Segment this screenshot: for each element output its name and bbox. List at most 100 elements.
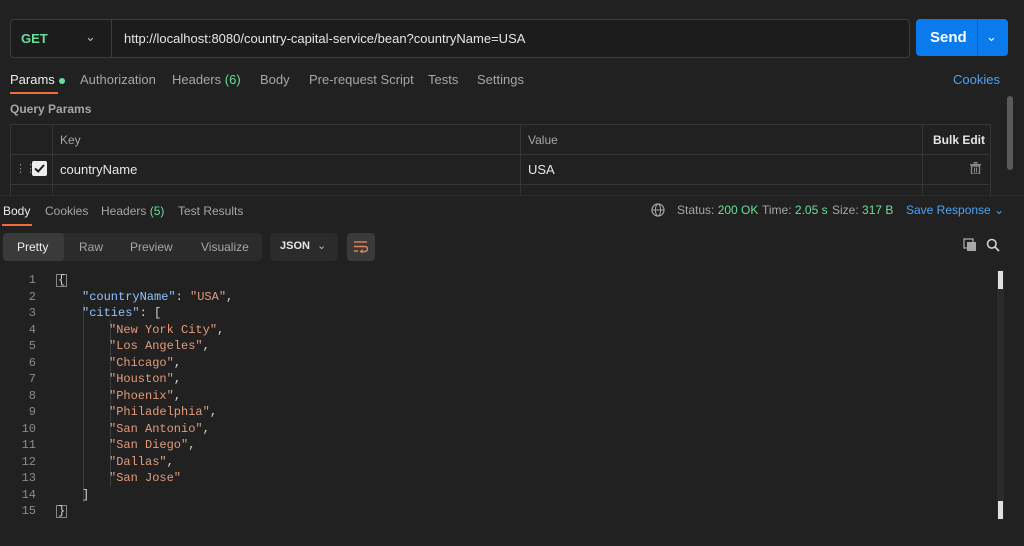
tab-body[interactable]: Body: [260, 72, 290, 87]
code-scrollbar-marker[interactable]: [998, 271, 1003, 289]
key-column-header: Key: [60, 133, 81, 147]
line-number: 12: [21, 455, 36, 469]
time-label: Time:: [762, 203, 792, 217]
active-tab-indicator: [10, 92, 58, 94]
json-string: "San Diego": [109, 438, 189, 452]
json-string: "San Antonio": [109, 422, 203, 436]
line-number: 10: [21, 422, 36, 436]
json-key: "cities": [82, 306, 140, 320]
code-line: {: [56, 273, 68, 287]
active-tab-indicator: [2, 224, 32, 226]
size-value: 317 B: [862, 203, 894, 217]
code-line: "Houston",: [109, 372, 182, 386]
json-string: "Dallas": [109, 455, 167, 469]
tab-params[interactable]: Params: [10, 72, 65, 87]
format-select-label: JSON: [280, 240, 310, 252]
bracket: ]: [82, 488, 90, 502]
request-bar: GET ⌄ http://localhost:8080/country-capi…: [10, 19, 910, 58]
tab-response-headers[interactable]: Headers (5): [101, 204, 164, 218]
code-line: }: [56, 504, 68, 518]
trash-icon[interactable]: [970, 162, 981, 174]
tab-test-results[interactable]: Test Results: [178, 204, 243, 218]
line-number: 3: [28, 306, 36, 320]
tab-raw[interactable]: Raw: [79, 240, 103, 254]
response-size: Size: 317 B: [832, 203, 893, 217]
line-number: 14: [21, 488, 36, 502]
params-scrollbar[interactable]: [1007, 96, 1013, 170]
code-line: "cities": [: [82, 306, 162, 320]
tab-headers[interactable]: Headers (6): [172, 72, 241, 87]
param-enabled-checkbox[interactable]: [32, 161, 47, 176]
param-value-cell[interactable]: USA: [528, 162, 555, 177]
wrap-icon: [354, 241, 368, 253]
active-dot-icon: [58, 77, 65, 84]
search-icon[interactable]: [986, 238, 1000, 252]
bulk-edit-button[interactable]: Bulk Edit: [933, 133, 985, 147]
wrap-lines-button[interactable]: [347, 233, 375, 261]
code-line: "Los Angeles",: [109, 339, 210, 353]
tab-settings[interactable]: Settings: [477, 72, 524, 87]
brace: }: [56, 504, 68, 518]
code-line: "countryName": "USA",: [82, 290, 234, 304]
code-line: "New York City",: [109, 323, 225, 337]
tab-authorization[interactable]: Authorization: [80, 72, 156, 87]
code-line: "Philadelphia",: [109, 405, 218, 419]
line-number: 2: [28, 290, 36, 304]
line-number: 1: [28, 273, 36, 287]
query-params-table: [10, 124, 991, 197]
tab-pre-request-script[interactable]: Pre-request Script: [309, 72, 414, 87]
table-divider: [520, 124, 521, 196]
json-string: "USA": [190, 290, 227, 304]
code-line: "San Jose": [109, 471, 181, 485]
time-value: 2.05 s: [794, 203, 828, 217]
tab-visualize[interactable]: Visualize: [201, 240, 249, 254]
tab-tests[interactable]: Tests: [428, 72, 458, 87]
tab-response-body[interactable]: Body: [3, 204, 30, 218]
code-line: ]: [82, 488, 89, 502]
cookies-link[interactable]: Cookies: [953, 72, 1000, 87]
code-line: "Dallas",: [109, 455, 174, 469]
save-response-button[interactable]: Save Response ⌄: [906, 203, 1004, 217]
line-number: 5: [28, 339, 36, 353]
format-select[interactable]: JSON ⌄: [270, 233, 338, 261]
line-number: 8: [28, 389, 36, 403]
query-params-title: Query Params: [10, 102, 92, 116]
pane-divider[interactable]: [0, 195, 1024, 196]
tab-headers-label: Headers: [172, 72, 222, 87]
response-code-viewer[interactable]: 1 2 3 4 5 6 7 8 9 10 11 12 13 14 15 { "c…: [0, 270, 1000, 530]
send-button[interactable]: Send ⌄: [916, 19, 1008, 56]
json-string: "New York City": [109, 323, 218, 337]
chevron-down-icon[interactable]: ⌄: [986, 29, 997, 45]
tab-preview[interactable]: Preview: [130, 240, 173, 254]
method-label: GET: [21, 31, 48, 46]
table-divider: [10, 184, 989, 185]
code-line: "Phoenix",: [109, 389, 182, 403]
indent-guide: [83, 304, 84, 502]
json-string: "San Jose": [109, 471, 182, 485]
response-status: Status: 200 OK: [677, 203, 758, 217]
tab-response-headers-label: Headers: [101, 204, 147, 218]
tab-response-cookies[interactable]: Cookies: [45, 204, 88, 218]
tab-pretty-label[interactable]: Pretty: [17, 240, 48, 254]
code-line: "San Diego",: [109, 438, 196, 452]
checkmark-icon: [34, 164, 45, 173]
save-response-label: Save Response: [906, 203, 991, 217]
line-number: 9: [28, 405, 36, 419]
json-string: "Chicago": [109, 356, 174, 370]
json-string: "Philadelphia": [109, 405, 210, 419]
format-tabs: Pretty Raw Preview Visualize: [3, 233, 262, 261]
globe-icon[interactable]: [651, 203, 665, 217]
send-divider: [977, 19, 978, 56]
chevron-down-icon: ⌄: [317, 240, 327, 252]
code-scrollbar-track[interactable]: [997, 270, 1004, 520]
table-divider: [10, 154, 989, 155]
code-scrollbar-marker[interactable]: [998, 501, 1003, 519]
param-key-cell[interactable]: countryName: [60, 162, 137, 177]
chevron-down-icon: ⌄: [85, 29, 96, 44]
url-input[interactable]: http://localhost:8080/country-capital-se…: [124, 31, 525, 46]
copy-icon[interactable]: [963, 238, 977, 252]
line-number: 7: [28, 372, 36, 386]
status-label: Status:: [677, 203, 715, 217]
method-select[interactable]: GET ⌄: [11, 20, 112, 57]
line-number: 13: [21, 471, 36, 485]
